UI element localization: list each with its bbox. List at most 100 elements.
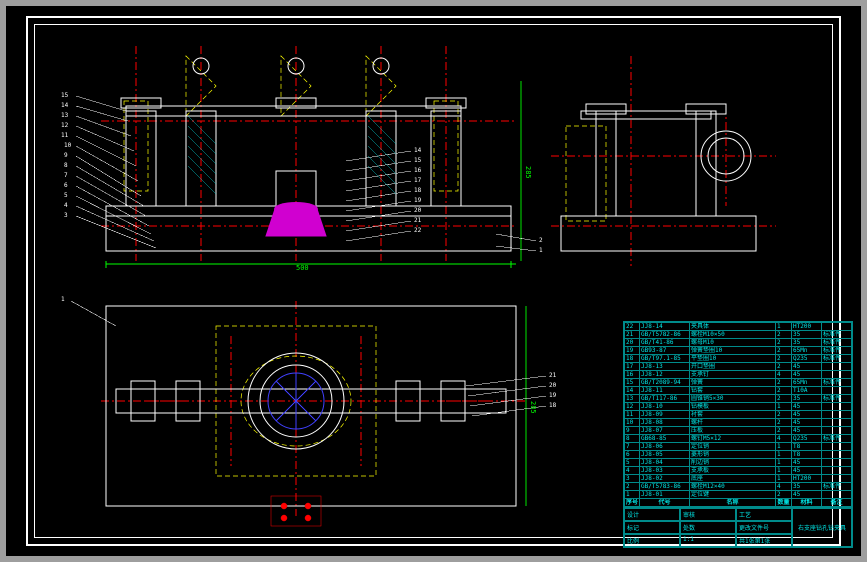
bom-row: 17JJ8-13开口垫圈245 — [625, 363, 852, 371]
bom-row: 12JJ8-10钻模板145 — [625, 403, 852, 411]
callout: 20 — [549, 382, 556, 389]
bom-cell: 2 — [776, 491, 792, 499]
bom-cell: JJ8-04 — [640, 459, 690, 467]
bom-cell: 弹簧垫圈10 — [690, 347, 776, 355]
dim-plan-height: 285 — [529, 401, 537, 414]
bom-row: 11JJ8-09衬套245 — [625, 411, 852, 419]
bom-cell: 6 — [625, 451, 640, 459]
bom-cell: 螺杆 — [690, 419, 776, 427]
bom-cell: 钻套 — [690, 387, 776, 395]
bom-cell: 定位销 — [690, 443, 776, 451]
bom-cell: 夹具体 — [690, 323, 776, 331]
bom-cell: 17 — [625, 363, 640, 371]
bom-cell: JJ8-03 — [640, 467, 690, 475]
bom-cell: JJ8-02 — [640, 475, 690, 483]
bom-h-num: 序号 — [625, 499, 640, 507]
bom-cell: 2 — [776, 411, 792, 419]
tb-zone: 处数 — [680, 521, 736, 534]
bom-cell: 2 — [776, 355, 792, 363]
bom-h-rem: 备注 — [822, 499, 852, 507]
callout: 9 — [64, 152, 68, 159]
bom-cell: 菱形销 — [690, 451, 776, 459]
bom-cell: 15 — [625, 379, 640, 387]
bom-cell: 35 — [792, 331, 822, 339]
bom-cell: 45 — [792, 411, 822, 419]
bom-cell: 标准件 — [822, 331, 852, 339]
bom-cell — [822, 323, 852, 331]
callout: 12 — [61, 122, 68, 129]
bom-cell: T8 — [792, 443, 822, 451]
bom-row: 5JJ8-04削边销145 — [625, 459, 852, 467]
bom-cell: 4 — [625, 467, 640, 475]
bom-cell: 7 — [625, 443, 640, 451]
bom-cell — [822, 451, 852, 459]
bom-cell: 圆锥销5×30 — [690, 395, 776, 403]
bom-header-row: 序号 代号 名称 数量 材料 备注 — [625, 499, 852, 507]
model-space-canvas[interactable]: 15 14 13 12 11 10 9 8 7 6 5 4 3 14 15 16… — [6, 6, 861, 556]
bom-row: 19GB93-87弹簧垫圈10265Mn标准件 — [625, 347, 852, 355]
bom-h-code: 代号 — [640, 499, 690, 507]
bom-cell — [822, 363, 852, 371]
callout: 18 — [549, 402, 556, 409]
bom-cell: 螺栓M12×40 — [690, 483, 776, 491]
callout: 14 — [414, 147, 421, 154]
bom-cell: JJ8-05 — [640, 451, 690, 459]
bom-row: 20GB/T41-86螺母M10235标准件 — [625, 339, 852, 347]
callout: 5 — [64, 192, 68, 199]
bom-cell: 压板 — [690, 427, 776, 435]
callout: 16 — [414, 167, 421, 174]
bom-cell: 45 — [792, 427, 822, 435]
bom-cell: JJ8-10 — [640, 403, 690, 411]
bom-row: 18GB/T97.1-85平垫圈102Q235标准件 — [625, 355, 852, 363]
bom-cell: 45 — [792, 491, 822, 499]
bom-cell — [822, 411, 852, 419]
tb-scale-value: 1:1 — [680, 534, 736, 547]
bom-cell: 1 — [776, 459, 792, 467]
callout: 4 — [64, 202, 68, 209]
callout: 15 — [61, 92, 68, 99]
bom-table: 22JJ8-14夹具体1HT20021GB/T5782-86螺栓M10×5023… — [624, 322, 852, 507]
leader-lines — [71, 96, 546, 416]
bom-cell: 底座 — [690, 475, 776, 483]
bom-cell: 45 — [792, 403, 822, 411]
bom-cell: HT200 — [792, 323, 822, 331]
bom-cell — [822, 459, 852, 467]
bom-cell: GB/T5783-86 — [640, 483, 690, 491]
bom-cell: 4 — [776, 483, 792, 491]
callout: 19 — [414, 197, 421, 204]
callout: 1 — [539, 247, 543, 254]
bom-row: 8GB68-85螺钉M5×124Q235标准件 — [625, 435, 852, 443]
bom-cell: 16 — [625, 371, 640, 379]
bom-cell — [822, 371, 852, 379]
dim-overall-height: 285 — [524, 166, 532, 179]
bom-cell: 2 — [776, 387, 792, 395]
bom-cell: 13 — [625, 395, 640, 403]
callout: 15 — [414, 157, 421, 164]
bom-cell — [822, 403, 852, 411]
bom-cell: JJ8-12 — [640, 371, 690, 379]
bom-cell: JJ8-08 — [640, 419, 690, 427]
tb-check: 审核 — [680, 508, 736, 521]
bom-cell: 35 — [792, 483, 822, 491]
callout: 11 — [61, 132, 68, 139]
bom-cell: JJ8-14 — [640, 323, 690, 331]
bom-row: 2GB/T5783-86螺栓M12×40435标准件 — [625, 483, 852, 491]
bom-cell: 1 — [625, 491, 640, 499]
bom-cell: 18 — [625, 355, 640, 363]
bom-cell: 1 — [776, 475, 792, 483]
bom-cell: 2 — [776, 347, 792, 355]
bom-row: 22JJ8-14夹具体1HT200 — [625, 323, 852, 331]
bom-cell: 钻模板 — [690, 403, 776, 411]
bom-cell: Q235 — [792, 355, 822, 363]
bom-cell: 螺栓M10×50 — [690, 331, 776, 339]
bom-cell — [822, 467, 852, 475]
bom-row: 21GB/T5782-86螺栓M10×50235标准件 — [625, 331, 852, 339]
bom-cell: 35 — [792, 339, 822, 347]
bom-cell: 1 — [776, 443, 792, 451]
bom-cell: 标准件 — [822, 355, 852, 363]
bom-cell: 45 — [792, 459, 822, 467]
bom-cell: HT200 — [792, 475, 822, 483]
tb-mark: 标记 — [624, 521, 680, 534]
bom-cell: 标准件 — [822, 435, 852, 443]
bom-cell: 衬套 — [690, 411, 776, 419]
